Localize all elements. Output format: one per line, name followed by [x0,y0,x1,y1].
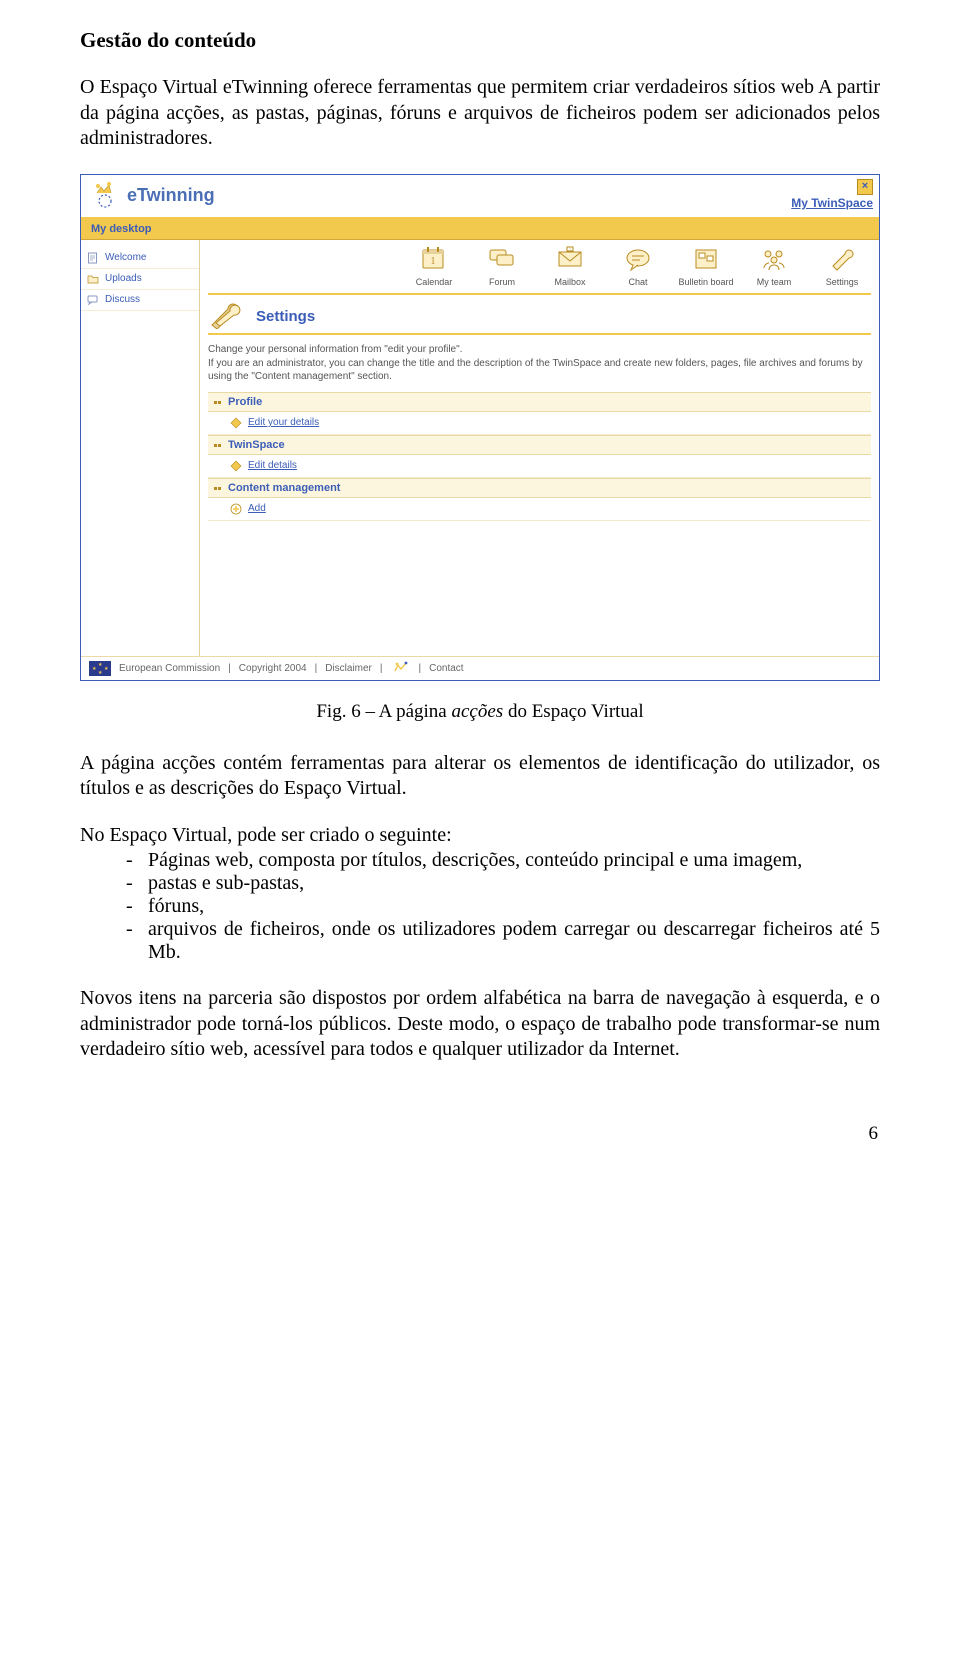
svg-text:!: ! [569,246,570,251]
figure-footer: ★ ★ ★ ★ European Commission | Copyright … [81,656,879,680]
link-edit-details[interactable]: Edit details [208,455,871,478]
nav-forum[interactable]: Forum [473,246,531,287]
my-twinspace-link[interactable]: My TwinSpace [791,196,873,210]
close-icon[interactable]: × [857,179,873,195]
link-label: Add [248,503,266,514]
main-content: 1 Calendar Forum ! Mailbox [200,240,879,656]
section-content-management: Content management [208,478,871,498]
bullet-list: No Espaço Virtual, pode ser criado o seg… [80,824,880,964]
list-item: -arquivos de ficheiros, onde os utilizad… [80,918,880,964]
nav-bulletin[interactable]: Bulletin board [677,246,735,287]
list-lead: No Espaço Virtual, pode ser criado o seg… [80,824,880,847]
section-twinspace: TwinSpace [208,435,871,455]
calendar-icon: 1 [419,246,449,274]
nav-label: Settings [826,277,859,287]
list-item: -fóruns, [80,895,880,918]
settings-header: Settings [208,303,871,335]
nav-chat[interactable]: Chat [609,246,667,287]
nav-calendar[interactable]: 1 Calendar [405,246,463,287]
etwinning-logo-text: eTwinning [127,185,215,206]
section-profile: Profile [208,392,871,412]
list-item: -Páginas web, composta por títulos, desc… [80,849,880,872]
sidebar-item-discuss[interactable]: Discuss [81,290,199,311]
section-title: Profile [228,396,262,408]
wrench-large-icon [208,303,246,329]
figure-caption: Fig. 6 – A página acções do Espaço Virtu… [80,701,880,723]
section-heading: Gestão do conteúdo [80,28,880,53]
link-label: Edit details [248,460,297,471]
section-title: Content management [228,482,340,494]
section-title: TwinSpace [228,439,285,451]
sidebar: Welcome Uploads Discuss [81,240,200,656]
link-add[interactable]: Add [208,498,871,521]
page-icon [87,252,99,264]
footer-disclaimer[interactable]: Disclaimer [325,663,372,674]
sidebar-item-welcome[interactable]: Welcome [81,248,199,269]
mailbox-icon: ! [555,246,585,274]
nav-label: Bulletin board [678,277,733,287]
sidebar-item-label: Welcome [105,252,147,263]
wrench-icon [827,246,857,274]
eu-flag-icon: ★ ★ ★ ★ [89,661,111,676]
nav-label: My team [757,277,792,287]
my-desktop-band: My desktop [81,219,879,240]
expand-icon [214,397,222,407]
expand-icon [214,440,222,450]
link-edit-your-details[interactable]: Edit your details [208,412,871,435]
nav-label: Calendar [416,277,453,287]
footer-copyright: Copyright 2004 [239,663,307,674]
sidebar-item-uploads[interactable]: Uploads [81,269,199,290]
top-icon-bar: 1 Calendar Forum ! Mailbox [208,242,871,295]
settings-description: Change your personal information from "e… [208,343,871,384]
settings-title: Settings [256,308,315,325]
nav-mailbox[interactable]: ! Mailbox [541,246,599,287]
forum-icon [487,246,517,274]
folder-icon [87,273,99,285]
chat-icon [87,294,99,306]
app-header: eTwinning × My TwinSpace [81,175,879,219]
screenshot-figure: eTwinning × My TwinSpace My desktop Welc… [80,174,880,681]
team-icon [759,246,789,274]
page-number: 6 [0,1115,960,1159]
footer-contact[interactable]: Contact [429,663,463,674]
expand-icon [214,483,222,493]
closing-paragraph: Novos itens na parceria são dispostos po… [80,986,880,1063]
link-label: Edit your details [248,417,319,428]
diamond-icon [230,460,242,472]
bulletin-icon [691,246,721,274]
sidebar-item-label: Discuss [105,294,140,305]
sidebar-item-label: Uploads [105,273,142,284]
footer-ec: European Commission [119,663,220,674]
paragraph-after-figure: A página acções contém ferramentas para … [80,751,880,802]
etwinning-logo: eTwinning [87,179,215,213]
diamond-icon [230,417,242,429]
nav-label: Mailbox [554,277,585,287]
plus-icon [230,503,242,515]
nav-myteam[interactable]: My team [745,246,803,287]
intro-paragraph: O Espaço Virtual eTwinning oferece ferra… [80,75,880,152]
etwinning-logo-icon [87,179,121,213]
chat-bubble-icon [623,246,653,274]
list-item: -pastas e sub-pastas, [80,872,880,895]
nav-label: Chat [628,277,647,287]
footer-contact-icon [391,661,411,676]
svg-text:1: 1 [431,256,436,267]
nav-label: Forum [489,277,515,287]
nav-settings[interactable]: Settings [813,246,871,287]
